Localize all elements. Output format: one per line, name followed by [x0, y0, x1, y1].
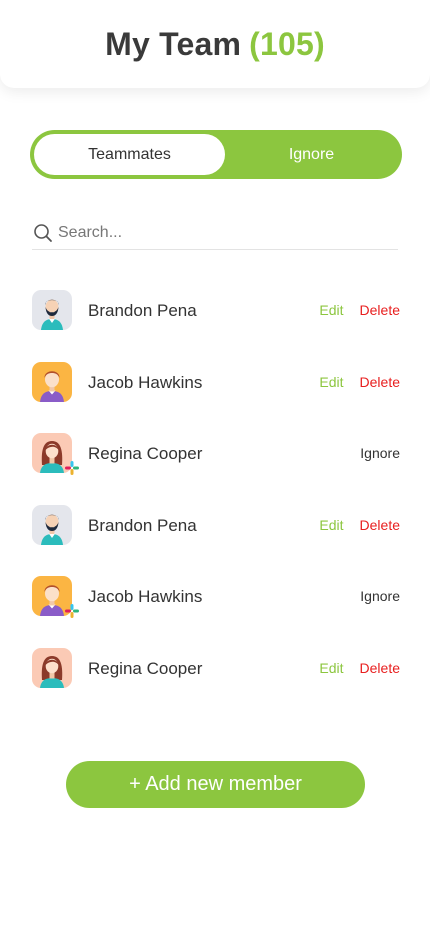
delete-button[interactable]: Delete: [360, 302, 400, 318]
woman-avatar: [32, 433, 79, 475]
edit-button[interactable]: Edit: [319, 302, 343, 318]
edit-button[interactable]: Edit: [319, 660, 343, 676]
member-name: Brandon Pena: [88, 301, 197, 320]
tab-switcher: Teammates Ignore: [30, 130, 402, 179]
header: My Team (105): [0, 0, 430, 88]
member-name: Brandon Pena: [88, 515, 197, 535]
list-item: Jacob Hawkins Ignore: [32, 576, 400, 648]
man-beard-avatar: [32, 290, 72, 330]
list-item: Regina Cooper Ignore: [32, 433, 400, 505]
ignore-button[interactable]: Ignore: [360, 588, 400, 604]
list-item: Regina Cooper Edit Delete: [32, 647, 400, 720]
page-title: My Team (105): [105, 26, 325, 63]
list-item: Jacob Hawkins Edit Delete: [32, 361, 400, 434]
delete-button[interactable]: Delete: [360, 660, 400, 676]
tab-ignore[interactable]: Ignore: [225, 134, 398, 175]
team-count: (105): [249, 25, 325, 62]
member-name: Jacob Hawkins: [88, 587, 203, 606]
add-member-button[interactable]: + Add new member: [66, 761, 365, 808]
page-title-text: My Team: [105, 25, 242, 62]
man-orange-avatar: [32, 361, 72, 402]
slack-icon: [65, 461, 79, 475]
member-actions: Edit Delete: [319, 648, 400, 688]
list-item: Brandon Pena Edit Delete: [32, 290, 400, 362]
delete-button[interactable]: Delete: [360, 374, 400, 390]
man-orange-avatar: [32, 576, 79, 618]
member-name: Regina Cooper: [88, 658, 203, 678]
slack-icon: [65, 604, 79, 618]
member-actions: Edit Delete: [319, 290, 400, 330]
member-actions: Edit Delete: [319, 505, 400, 545]
delete-button[interactable]: Delete: [360, 517, 400, 533]
member-name: Regina Cooper: [88, 444, 203, 463]
member-list: Brandon Pena Edit Delete Jacob Hawkins E…: [32, 290, 400, 719]
search-bar: [32, 218, 398, 250]
member-actions: Edit Delete: [319, 362, 400, 402]
member-name: Jacob Hawkins: [88, 372, 203, 392]
edit-button[interactable]: Edit: [319, 374, 343, 390]
search-input[interactable]: [58, 223, 378, 242]
edit-button[interactable]: Edit: [319, 517, 343, 533]
tab-teammates[interactable]: Teammates: [34, 134, 225, 175]
search-icon: [32, 222, 54, 244]
member-actions: Ignore: [360, 576, 400, 616]
woman-avatar: [32, 647, 72, 688]
list-item: Brandon Pena Edit Delete: [32, 504, 400, 577]
ignore-button[interactable]: Ignore: [360, 445, 400, 461]
man-beard-avatar: [32, 504, 72, 545]
member-actions: Ignore: [360, 433, 400, 473]
